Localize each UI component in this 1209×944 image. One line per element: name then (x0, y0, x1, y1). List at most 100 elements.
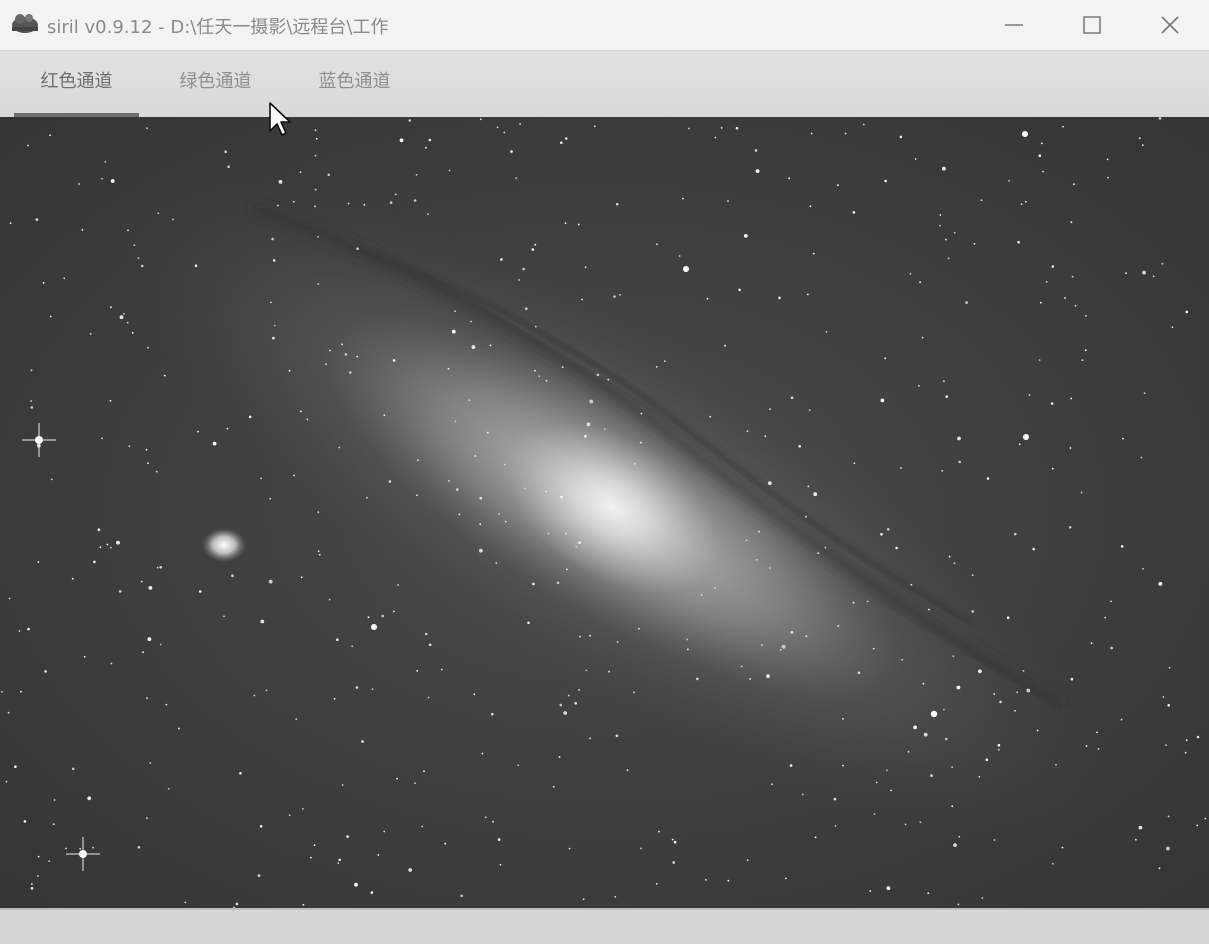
star (738, 288, 741, 292)
image-viewer[interactable] (0, 117, 1209, 908)
star (688, 127, 690, 130)
star (749, 678, 751, 680)
star (1107, 176, 1109, 179)
star (408, 119, 412, 122)
star (50, 478, 53, 481)
star (837, 184, 839, 187)
star (448, 169, 451, 172)
minimize-button[interactable] (975, 0, 1053, 50)
star (159, 566, 162, 569)
star (807, 485, 810, 488)
tab-green-channel[interactable]: 绿色通道 (153, 51, 278, 117)
star (473, 693, 476, 696)
star (560, 141, 563, 144)
star (965, 301, 968, 304)
star (302, 903, 305, 906)
star (1070, 677, 1074, 681)
star (944, 737, 948, 741)
star (355, 686, 359, 689)
star (1167, 815, 1170, 818)
star (31, 883, 33, 885)
star (727, 879, 730, 882)
star (486, 431, 489, 434)
star (1081, 359, 1084, 361)
star (48, 860, 51, 862)
title-bar: siril v0.9.12 - D:\任天一摄影\远程台\工作 (0, 0, 1209, 51)
star (1158, 582, 1163, 586)
star (1073, 183, 1075, 186)
star (1038, 154, 1042, 157)
star (575, 545, 578, 548)
close-button[interactable] (1131, 0, 1209, 50)
star (577, 223, 580, 226)
star (852, 211, 856, 214)
star (498, 513, 500, 515)
star (1008, 180, 1010, 182)
star (518, 279, 521, 281)
star (78, 183, 80, 185)
star (337, 862, 340, 864)
star (44, 670, 47, 673)
star (842, 718, 844, 720)
star (603, 428, 606, 430)
star (928, 608, 930, 611)
star (224, 150, 227, 153)
star (329, 349, 331, 352)
star (341, 784, 344, 786)
star (53, 799, 56, 801)
star (272, 259, 276, 262)
star (564, 137, 568, 140)
tab-blue-channel[interactable]: 蓝色通道 (292, 51, 417, 117)
star (789, 764, 793, 767)
tab-red-channel[interactable]: 红色通道 (14, 51, 139, 117)
star (919, 281, 921, 284)
star (356, 355, 359, 358)
star (873, 813, 876, 815)
star (504, 463, 506, 466)
star (939, 224, 941, 227)
star (484, 816, 487, 819)
star (489, 344, 492, 347)
star (914, 158, 917, 160)
star (607, 378, 610, 381)
star (468, 399, 471, 402)
star (231, 574, 234, 577)
star (616, 641, 619, 643)
star (1090, 642, 1093, 644)
star (534, 325, 537, 328)
star (194, 264, 198, 267)
star (278, 180, 283, 184)
star (682, 197, 684, 200)
star (147, 346, 150, 349)
star (110, 662, 113, 665)
star (766, 674, 770, 678)
star (389, 201, 393, 204)
star (444, 842, 447, 845)
star (148, 586, 153, 590)
star (768, 567, 771, 569)
star (147, 462, 149, 464)
star (582, 898, 585, 901)
star (52, 823, 55, 826)
star (578, 541, 581, 544)
star (517, 764, 520, 767)
star (755, 169, 760, 173)
star (140, 580, 143, 583)
star (656, 243, 658, 246)
star (768, 481, 772, 486)
star (37, 855, 40, 858)
star (20, 690, 22, 693)
star (454, 310, 456, 313)
star (479, 548, 483, 553)
star (805, 515, 807, 518)
star (248, 415, 252, 419)
star (1158, 117, 1162, 120)
star (1196, 735, 1200, 739)
star (163, 374, 166, 377)
star (479, 496, 483, 500)
maximize-button[interactable] (1053, 0, 1131, 50)
star (942, 166, 946, 171)
star (328, 598, 331, 601)
star (586, 422, 591, 427)
star (640, 847, 642, 850)
